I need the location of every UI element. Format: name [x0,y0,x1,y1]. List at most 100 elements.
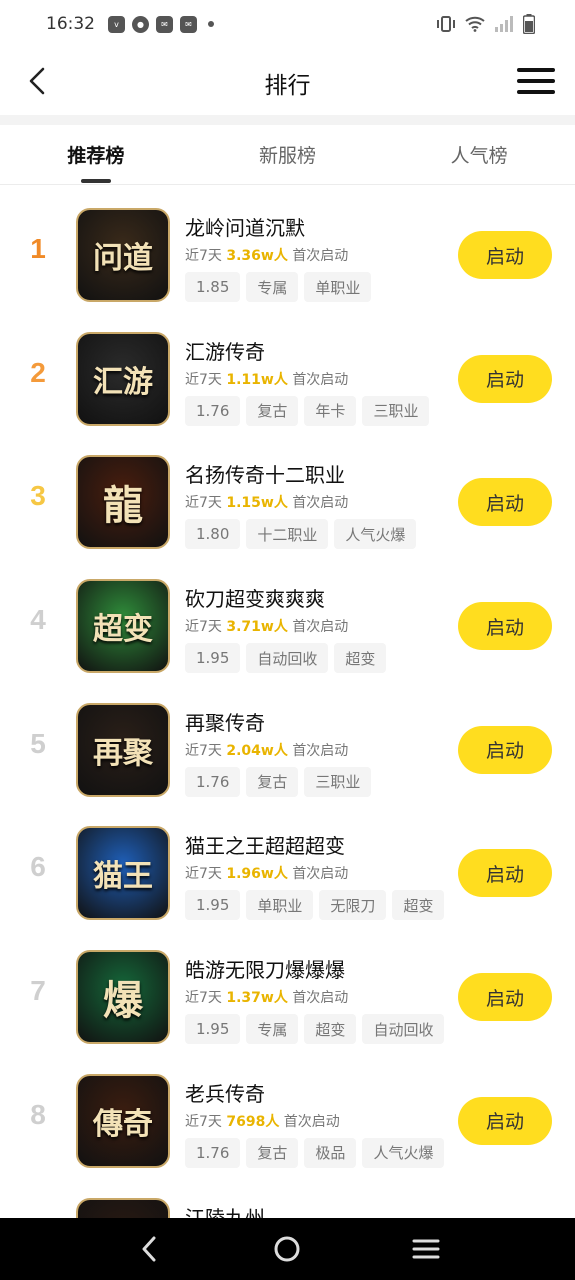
tag: 人气火爆 [362,1137,445,1168]
rank-number: 1 [30,233,46,264]
tag: 单职业 [246,890,314,921]
launch-count: 1.96w人 [226,866,288,883]
game-icon[interactable]: 傳奇 [76,1073,170,1168]
tab-new-server[interactable]: 新服榜 [192,125,384,184]
list-item[interactable]: 9江江陵九州 [0,1175,575,1218]
tag: 1.76 [185,1137,241,1168]
tag-list: 1.95 专属 超变 自动回收 [185,1014,445,1045]
stats-suffix: 首次启动 [283,1113,340,1130]
vibrate-icon [437,16,455,32]
game-icon[interactable]: 龍 [76,455,170,550]
tag-list: 1.95 自动回收 超变 [185,643,387,674]
hamburger-icon [517,68,555,72]
tag: 无限刀 [319,890,387,921]
tag-list: 1.95 单职业 无限刀 超变 [185,890,445,921]
launch-count: 2.04w人 [226,742,288,759]
stats-suffix: 首次启动 [292,990,349,1007]
launch-button[interactable]: 启动 [458,973,552,1022]
tag: 1.95 [185,1014,241,1045]
launch-button[interactable]: 启动 [458,602,552,651]
header-divider [0,115,575,125]
stats-prefix: 近7天 [185,1113,222,1130]
nav-home-button[interactable] [267,1229,307,1269]
game-icon[interactable]: 问道 [76,208,170,302]
stats-prefix: 近7天 [185,866,222,883]
stats-suffix: 首次启动 [292,248,349,264]
tab-recommended[interactable]: 推荐榜 [0,125,192,184]
list-item[interactable]: 5 再聚 再聚传奇 近7天 2.04w人 首次启动 1.76 复古 三职业 启动 [0,680,575,804]
rank-number: 8 [30,1098,46,1130]
launch-count: 3.71w人 [226,619,288,636]
launch-count: 7698人 [226,1113,280,1130]
tag: 专属 [246,272,299,302]
list-item[interactable]: 8 傳奇 老兵传奇 近7天 7698人 首次启动 1.76 复古 极品 人气火爆 启动 [0,1051,575,1175]
stats-prefix: 近7天 [185,990,222,1007]
more-notifications-icon [208,21,214,27]
game-icon[interactable]: 再聚 [76,702,170,797]
menu-button[interactable] [517,66,555,96]
launch-stats: 近7天 3.36w人 首次启动 [185,245,348,265]
tag: 十二职业 [246,519,329,550]
launch-button[interactable]: 启动 [458,1096,552,1145]
ranking-tabs: 推荐榜 新服榜 人气榜 [0,125,575,185]
rank-number: 7 [30,975,46,1007]
launch-stats: 近7天 1.15w人 首次启动 [185,492,348,512]
list-item[interactable]: 7 爆皓游无限刀爆爆爆 近7天 1.37w人 首次启动 1.95 专属 超变 自动回收 启动 [0,927,575,1051]
game-icon[interactable]: 猫王 [76,826,170,921]
tag: 1.95 [185,890,241,921]
list-item[interactable]: 3 龍名扬传奇十二职业 近7天 1.15w人 首次启动 1.80 十二职业 人气火爆 启动 [0,432,575,556]
launch-button[interactable]: 启动 [458,849,552,898]
launch-button[interactable]: 启动 [458,231,552,279]
game-icon[interactable]: 江 [76,1197,170,1218]
stats-suffix: 首次启动 [292,619,349,636]
tag: 极品 [304,1137,357,1168]
stats-suffix: 首次启动 [292,371,349,388]
launch-button[interactable]: 启动 [458,354,552,403]
status-bar: 16:32 v ● ✉ ✉ [0,0,575,48]
tab-popularity[interactable]: 人气榜 [383,125,575,184]
tag: 人气火爆 [334,519,417,550]
stats-prefix: 近7天 [185,619,222,636]
stats-prefix: 近7天 [185,371,222,388]
mail-icon: ✉ [156,15,173,33]
app-icon: ● [132,15,149,33]
stats-suffix: 首次启动 [292,495,349,512]
rank-number: 5 [30,727,46,759]
nav-recents-button[interactable] [406,1229,446,1269]
game-name: 再聚传奇 [185,710,265,735]
launch-button[interactable]: 启动 [458,725,552,774]
rank-number: 2 [30,356,46,388]
tag: 三职业 [304,766,372,797]
game-ranking-list: 1 问道 龙岭问道沉默 近7天 3.36w人 首次启动 1.85 专属 单职业 启动 2 汇游 汇游… [0,185,575,1218]
launch-count: 1.15w人 [226,495,288,512]
tag-list: 1.76 复古 年卡 三职业 [185,395,430,426]
status-right [436,14,535,34]
game-icon[interactable]: 爆 [76,950,170,1045]
tag-list: 1.76 复古 三职业 [185,766,372,797]
launch-button[interactable]: 启动 [458,478,552,527]
nav-back-button[interactable] [129,1229,169,1269]
tag: 复古 [246,1137,299,1168]
tag: 年卡 [304,395,357,426]
game-name: 汇游传奇 [185,339,265,364]
status-time: 16:32 [46,14,95,34]
stats-suffix: 首次启动 [292,866,349,883]
launch-stats: 近7天 1.96w人 首次启动 [185,863,348,883]
list-item[interactable]: 6 猫王 猫王之王超超超变近7天 1.96w人 首次启动 1.95 单职业 无限刀 超变 启动 [0,803,575,927]
tag: 1.80 [185,519,241,550]
launch-stats: 近7天 3.71w人 首次启动 [185,616,348,636]
game-name: 皓游无限刀爆爆爆 [185,958,345,983]
game-name: 龙岭问道沉默 [185,216,305,240]
launch-stats: 近7天 7698人 首次启动 [185,1111,340,1131]
game-icon[interactable]: 超变 [76,579,170,674]
home-circle-icon [274,1236,300,1262]
game-name: 砍刀超变爽爽爽 [185,587,325,612]
tag: 自动回收 [362,1014,445,1045]
rank-number: 6 [30,851,46,883]
game-name: 猫王之王超超超变 [185,834,345,859]
page-title: 排行 [264,73,311,99]
list-item[interactable]: 2 汇游 汇游传奇 近7天 1.11w人 首次启动 1.76 复古 年卡 三职业 启动 [0,309,575,433]
list-item[interactable]: 4 超变 砍刀超变爽爽爽 近7天 3.71w人 首次启动 1.95 自动回收 超变 启动 [0,556,575,680]
list-item[interactable]: 1 问道 龙岭问道沉默 近7天 3.36w人 首次启动 1.85 专属 单职业 启动 [0,185,575,309]
game-icon[interactable]: 汇游 [76,331,170,426]
